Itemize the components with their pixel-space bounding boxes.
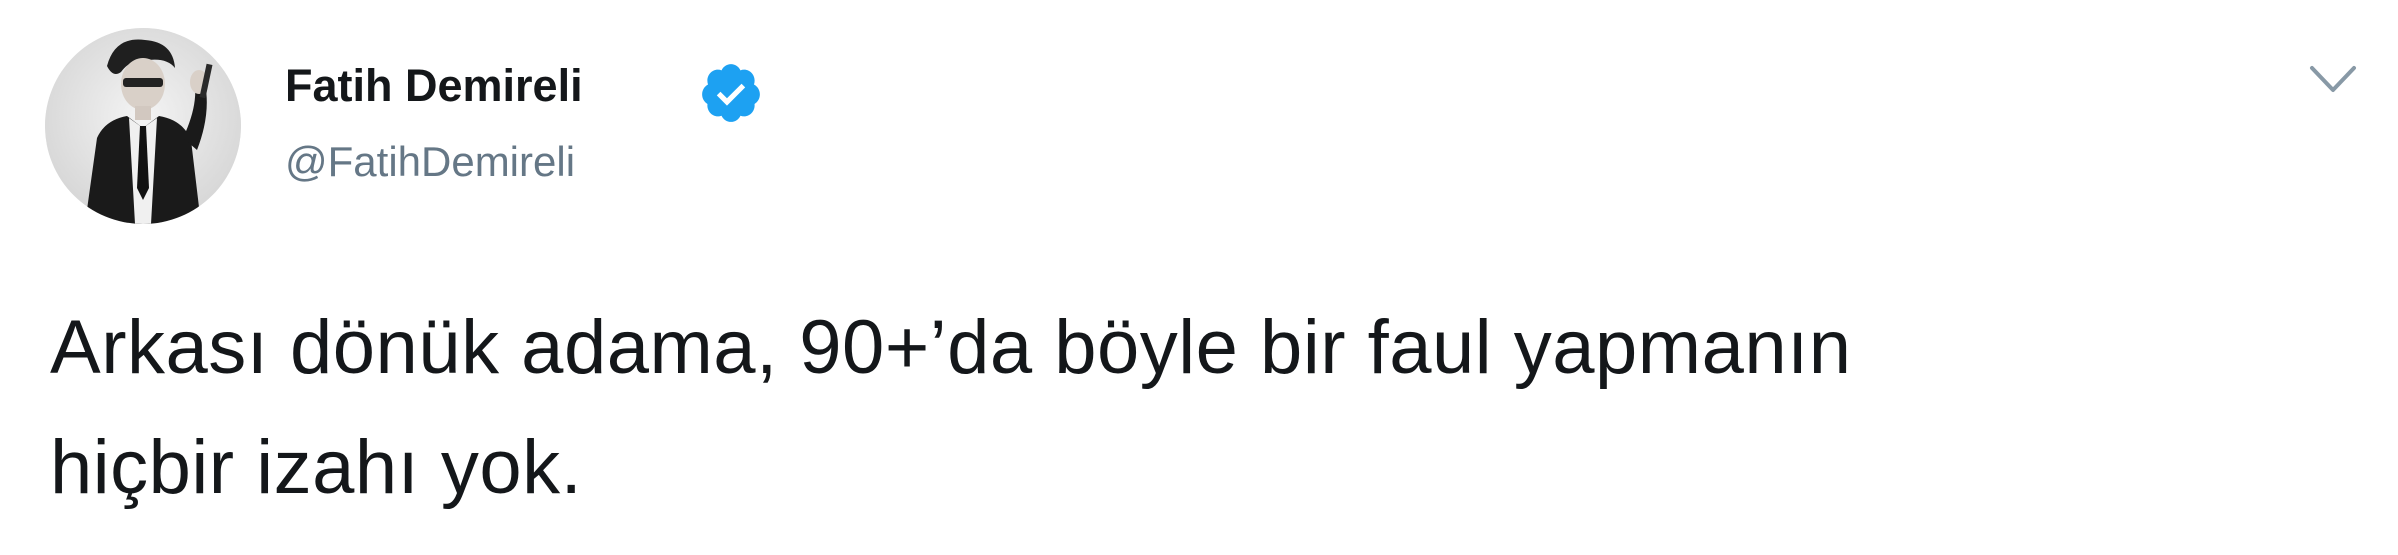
- tweet-text-line: hiçbir izahı yok.: [50, 425, 583, 510]
- profile-photo-icon: [45, 28, 241, 224]
- author-display-name[interactable]: Fatih Demireli: [285, 58, 583, 114]
- avatar[interactable]: [45, 28, 241, 224]
- tweet-text: Arkası dönük adama, 90+’da böyle bir fau…: [50, 288, 2310, 528]
- verified-badge-icon: [702, 64, 760, 122]
- tweet-text-line: Arkası dönük adama, 90+’da böyle bir fau…: [50, 305, 1852, 390]
- chevron-down-icon[interactable]: [2300, 54, 2366, 104]
- author-handle[interactable]: @FatihDemireli: [285, 136, 575, 188]
- tweet-card: Fatih Demireli @FatihDemireli Arkası dön…: [0, 0, 2398, 555]
